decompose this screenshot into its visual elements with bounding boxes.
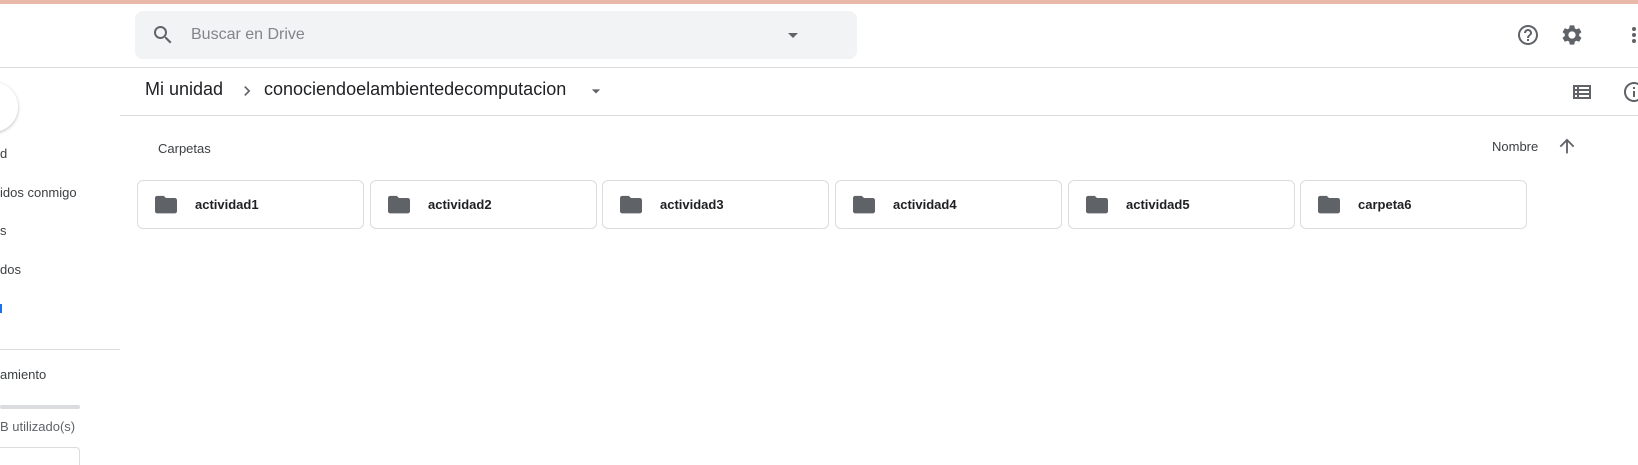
folder-name: actividad5 <box>1126 197 1190 212</box>
info-icon[interactable] <box>1622 80 1638 104</box>
folder-icon <box>388 195 410 214</box>
folder-icon <box>155 195 177 214</box>
sidebar-item-shared-with-me[interactable]: idos conmigo <box>0 183 77 203</box>
sidebar-item-trash[interactable] <box>0 299 2 319</box>
folder-card[interactable]: actividad2 <box>370 180 597 229</box>
sidebar-divider <box>0 349 120 350</box>
sidebar-item-my-drive[interactable]: d <box>0 144 7 164</box>
arrow-up-icon[interactable] <box>1556 135 1578 157</box>
folder-icon <box>853 195 875 214</box>
search-options-button[interactable] <box>781 23 805 47</box>
search-icon[interactable] <box>151 23 175 47</box>
buy-storage-button[interactable] <box>0 447 80 465</box>
sidebar-item-recent[interactable]: s <box>0 221 7 241</box>
folder-card[interactable]: actividad4 <box>835 180 1062 229</box>
folder-icon <box>1086 195 1108 214</box>
gear-icon[interactable] <box>1560 23 1584 47</box>
breadcrumb-current-folder[interactable]: conociendoelambientedecomputacion <box>264 79 566 100</box>
folder-card[interactable]: actividad3 <box>602 180 829 229</box>
storage-usage-bar <box>0 405 80 409</box>
storage-title[interactable]: amiento <box>0 367 46 382</box>
sidebar-item-trash-marker <box>0 304 2 313</box>
search-box[interactable] <box>135 11 857 59</box>
more-vert-icon[interactable] <box>1628 23 1638 47</box>
folder-name: actividad2 <box>428 197 492 212</box>
folder-name: carpeta6 <box>1358 197 1412 212</box>
header <box>0 4 1638 68</box>
main-content: Carpetas Nombre actividad1 actividad2 ac… <box>120 117 1638 465</box>
list-view-icon[interactable] <box>1570 80 1594 104</box>
sidebar-item-starred[interactable]: dos <box>0 260 21 280</box>
folder-name: actividad4 <box>893 197 957 212</box>
folder-name: actividad3 <box>660 197 724 212</box>
chevron-down-icon <box>788 33 798 38</box>
sort-by-name-button[interactable]: Nombre <box>1492 139 1538 154</box>
folder-name: actividad1 <box>195 197 259 212</box>
storage-used-text: B utilizado(s) <box>0 419 76 434</box>
chevron-down-icon[interactable] <box>586 81 606 101</box>
breadcrumb-toolbar: Mi unidad conociendoelambientedecomputac… <box>120 69 1638 116</box>
sidebar: d idos conmigo s dos amiento B utilizado… <box>0 69 120 465</box>
chevron-right-icon <box>244 86 251 96</box>
folder-icon <box>620 195 642 214</box>
help-icon[interactable] <box>1516 23 1540 47</box>
new-button[interactable] <box>0 82 18 132</box>
breadcrumb-root[interactable]: Mi unidad <box>145 79 223 100</box>
folder-card[interactable]: actividad5 <box>1068 180 1295 229</box>
folder-card[interactable]: carpeta6 <box>1300 180 1527 229</box>
folder-card[interactable]: actividad1 <box>137 180 364 229</box>
search-input[interactable] <box>191 19 771 51</box>
folder-icon <box>1318 195 1340 214</box>
folders-section-title: Carpetas <box>158 141 211 156</box>
